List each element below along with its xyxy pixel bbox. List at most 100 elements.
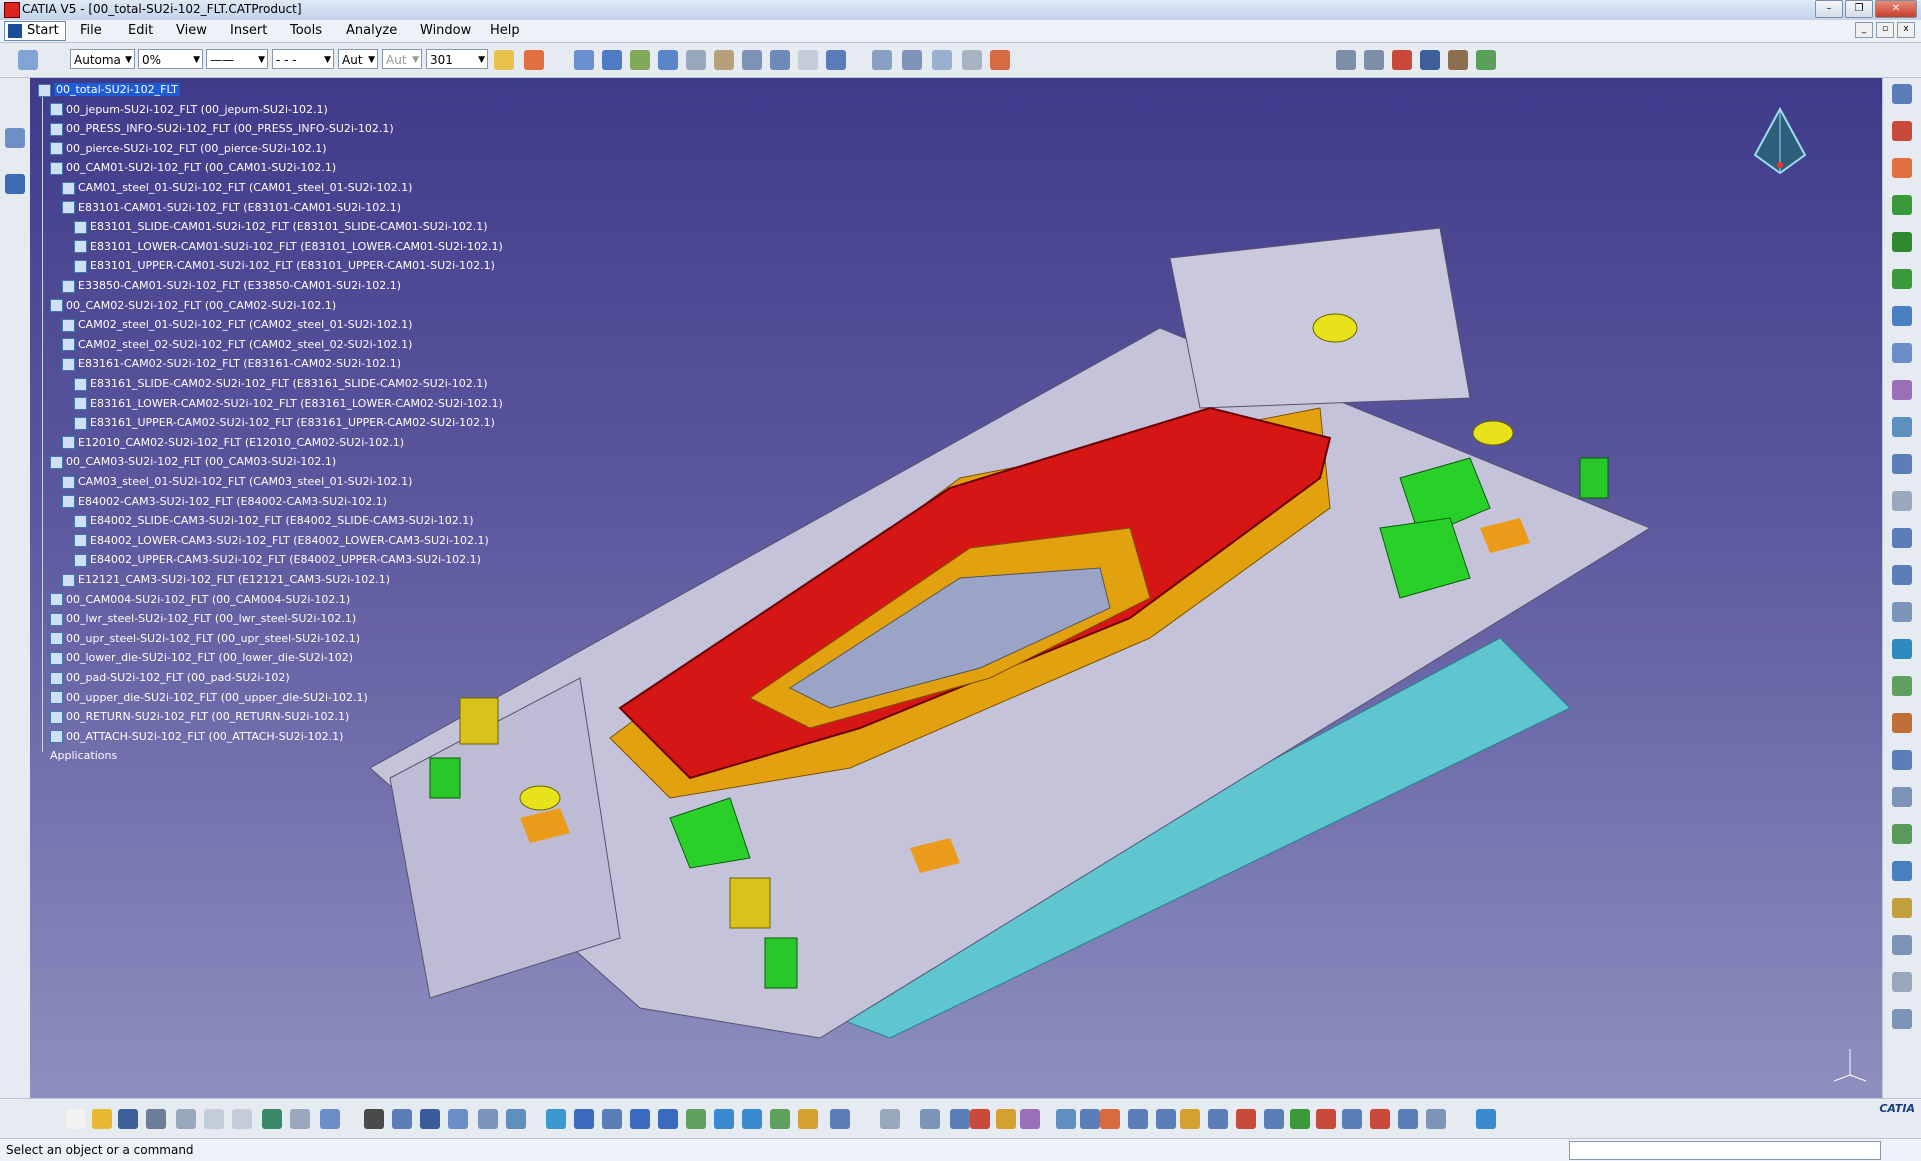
tree-node[interactable]: E84002-CAM3-SU2i-102_FLT (E84002-CAM3-SU… [62, 494, 387, 510]
render-icon[interactable] [1180, 1109, 1200, 1129]
snap-icon[interactable] [1892, 528, 1912, 548]
tree-applications[interactable]: Applications [50, 748, 117, 764]
save-icon[interactable] [118, 1109, 138, 1129]
tree-node[interactable]: 00_ATTACH-SU2i-102_FLT (00_ATTACH-SU2i-1… [50, 729, 343, 745]
tree-node[interactable]: E84002_SLIDE-CAM3-SU2i-102_FLT (E84002_S… [74, 513, 474, 529]
knowledge-icon[interactable] [478, 1109, 498, 1129]
manage-representations-icon[interactable] [798, 50, 818, 70]
transparency-combo[interactable]: 0% ▼ [138, 49, 203, 69]
tree-node[interactable]: CAM02_steel_02-SU2i-102_FLT (CAM02_steel… [62, 337, 412, 353]
pdf-export-icon[interactable] [1892, 121, 1912, 141]
tree-node[interactable]: 00_RETURN-SU2i-102_FLT (00_RETURN-SU2i-1… [50, 709, 349, 725]
painter-icon[interactable] [494, 50, 514, 70]
weight-combo[interactable]: Aut ▼ [338, 49, 378, 69]
properties-icon[interactable] [1426, 1109, 1446, 1129]
parameters-icon[interactable] [506, 1109, 526, 1129]
minimize-button[interactable]: – [1815, 0, 1843, 18]
tree-node[interactable]: E83161_LOWER-CAM02-SU2i-102_FLT (E83161_… [74, 396, 503, 412]
tree-node[interactable]: E33850-CAM01-SU2i-102_FLT (E33850-CAM01-… [62, 278, 401, 294]
tree-node[interactable]: E83101-CAM01-SU2i-102_FLT (E83101-CAM01-… [62, 200, 401, 216]
explode-icon[interactable] [1020, 1109, 1040, 1129]
tree-node[interactable]: E83101_LOWER-CAM01-SU2i-102_FLT (E83101_… [74, 239, 503, 255]
offset-icon[interactable] [1892, 306, 1912, 326]
assembly-constraint-icon[interactable] [950, 1109, 970, 1129]
tree-node[interactable]: CAM02_steel_01-SU2i-102_FLT (CAM02_steel… [62, 317, 412, 333]
menu-analyze[interactable]: Analyze [346, 23, 397, 38]
measure-item-icon[interactable] [1892, 750, 1912, 770]
redo-icon[interactable] [290, 1109, 310, 1129]
layer-combo[interactable]: Automa ▼ [70, 49, 135, 69]
group-icon[interactable] [1342, 1109, 1362, 1129]
compass-icon[interactable] [1100, 1109, 1120, 1129]
tree-node[interactable]: 00_upper_die-SU2i-102_FLT (00_upper_die-… [50, 690, 368, 706]
zoom-in-icon[interactable] [630, 1109, 650, 1129]
bom-list-icon[interactable] [1364, 50, 1384, 70]
menu-file[interactable]: File [80, 23, 102, 38]
menu-view[interactable]: View [176, 23, 207, 38]
save-bom-icon[interactable] [1420, 50, 1440, 70]
rotate-icon[interactable] [602, 1109, 622, 1129]
angle-icon[interactable] [1892, 343, 1912, 363]
multi-view-icon[interactable] [714, 1109, 734, 1129]
tree-expand-icon[interactable] [448, 1109, 468, 1129]
menu-insert[interactable]: Insert [230, 23, 267, 38]
catalog-browser-icon[interactable] [990, 50, 1010, 70]
design-mode-icon[interactable] [970, 1109, 990, 1129]
bom-build-icon[interactable] [1392, 50, 1412, 70]
sweep-icon[interactable] [1370, 1109, 1390, 1129]
apply-material-icon[interactable] [920, 1109, 940, 1129]
tree-node[interactable]: 00_pierce-SU2i-102_FLT (00_pierce-SU2i-1… [50, 141, 327, 157]
shading-icon[interactable] [770, 1109, 790, 1129]
contact-icon[interactable] [1892, 269, 1912, 289]
formula-icon[interactable] [364, 1109, 384, 1129]
catalog-icon[interactable] [996, 1109, 1016, 1129]
tree-node[interactable]: E83161-CAM02-SU2i-102_FLT (E83161-CAM02-… [62, 356, 401, 372]
tree-node[interactable]: 00_lower_die-SU2i-102_FLT (00_lower_die-… [50, 650, 353, 666]
tree-node[interactable]: E83161_UPPER-CAM02-SU2i-102_FLT (E83161_… [74, 415, 495, 431]
tree-node[interactable]: CAM01_steel_01-SU2i-102_FLT (CAM01_steel… [62, 180, 412, 196]
pan-icon[interactable] [574, 1109, 594, 1129]
catalog-icon[interactable] [1892, 935, 1912, 955]
tree-node[interactable]: E84002_UPPER-CAM3-SU2i-102_FLT (E84002_U… [74, 552, 481, 568]
formula-icon[interactable] [1892, 861, 1912, 881]
tree-node[interactable]: E12121_CAM3-SU2i-102_FLT (E12121_CAM3-SU… [62, 572, 390, 588]
copy-icon[interactable] [204, 1109, 224, 1129]
paste-icon[interactable] [232, 1109, 252, 1129]
new-component-icon[interactable] [574, 50, 594, 70]
generate-numbering-icon[interactable] [742, 50, 762, 70]
maximize-button[interactable]: ❐ [1845, 0, 1873, 18]
zoom-out-icon[interactable] [658, 1109, 678, 1129]
bom-export-icon[interactable] [1448, 50, 1468, 70]
new-part-icon[interactable] [630, 50, 650, 70]
tree-node[interactable]: 00_CAM01-SU2i-102_FLT (00_CAM01-SU2i-102… [50, 160, 336, 176]
tree-node[interactable]: 00_upr_steel-SU2i-102_FLT (00_upr_steel-… [50, 631, 360, 647]
comment-icon[interactable] [392, 1109, 412, 1129]
multi-instantiation-icon[interactable] [826, 50, 846, 70]
paint-brush-icon[interactable] [524, 50, 544, 70]
text-with-leader-icon[interactable] [902, 50, 922, 70]
bom-tools-icon[interactable] [1476, 50, 1496, 70]
line-type-combo[interactable]: - - - ▼ [272, 49, 334, 69]
coincidence-icon[interactable] [1892, 232, 1912, 252]
manipulate-icon[interactable] [1080, 1109, 1100, 1129]
tree-node[interactable]: E83101_SLIDE-CAM01-SU2i-102_FLT (E83101_… [74, 219, 488, 235]
compass-widget[interactable] [1745, 105, 1815, 205]
tree-node[interactable]: E12010_CAM02-SU2i-102_FLT (E12010_CAM02-… [62, 435, 404, 451]
snap-icon[interactable] [1056, 1109, 1076, 1129]
tree-node[interactable]: 00_CAM02-SU2i-102_FLT (00_CAM02-SU2i-102… [50, 298, 336, 314]
publish-icon[interactable] [1264, 1109, 1284, 1129]
sectioning-icon[interactable] [1892, 676, 1912, 696]
grid-icon[interactable] [880, 1109, 900, 1129]
line-thickness-combo[interactable]: —— ▼ [206, 49, 268, 69]
tree-node[interactable]: 00_lwr_steel-SU2i-102_FLT (00_lwr_steel-… [50, 611, 356, 627]
graph-tree-reordering-icon[interactable] [714, 50, 734, 70]
menu-window[interactable]: Window [420, 23, 471, 38]
simulation-icon[interactable] [5, 128, 25, 148]
measure-between-icon[interactable] [872, 50, 892, 70]
doc-restore-button[interactable]: ▫ [1876, 22, 1894, 38]
bom-icon[interactable] [1336, 50, 1356, 70]
tree-expand-icon[interactable] [5, 174, 25, 194]
annotation-icon[interactable] [962, 50, 982, 70]
tree-node[interactable]: 00_CAM03-SU2i-102_FLT (00_CAM03-SU2i-102… [50, 454, 336, 470]
layer-number-combo[interactable]: 301 ▼ [426, 49, 488, 69]
